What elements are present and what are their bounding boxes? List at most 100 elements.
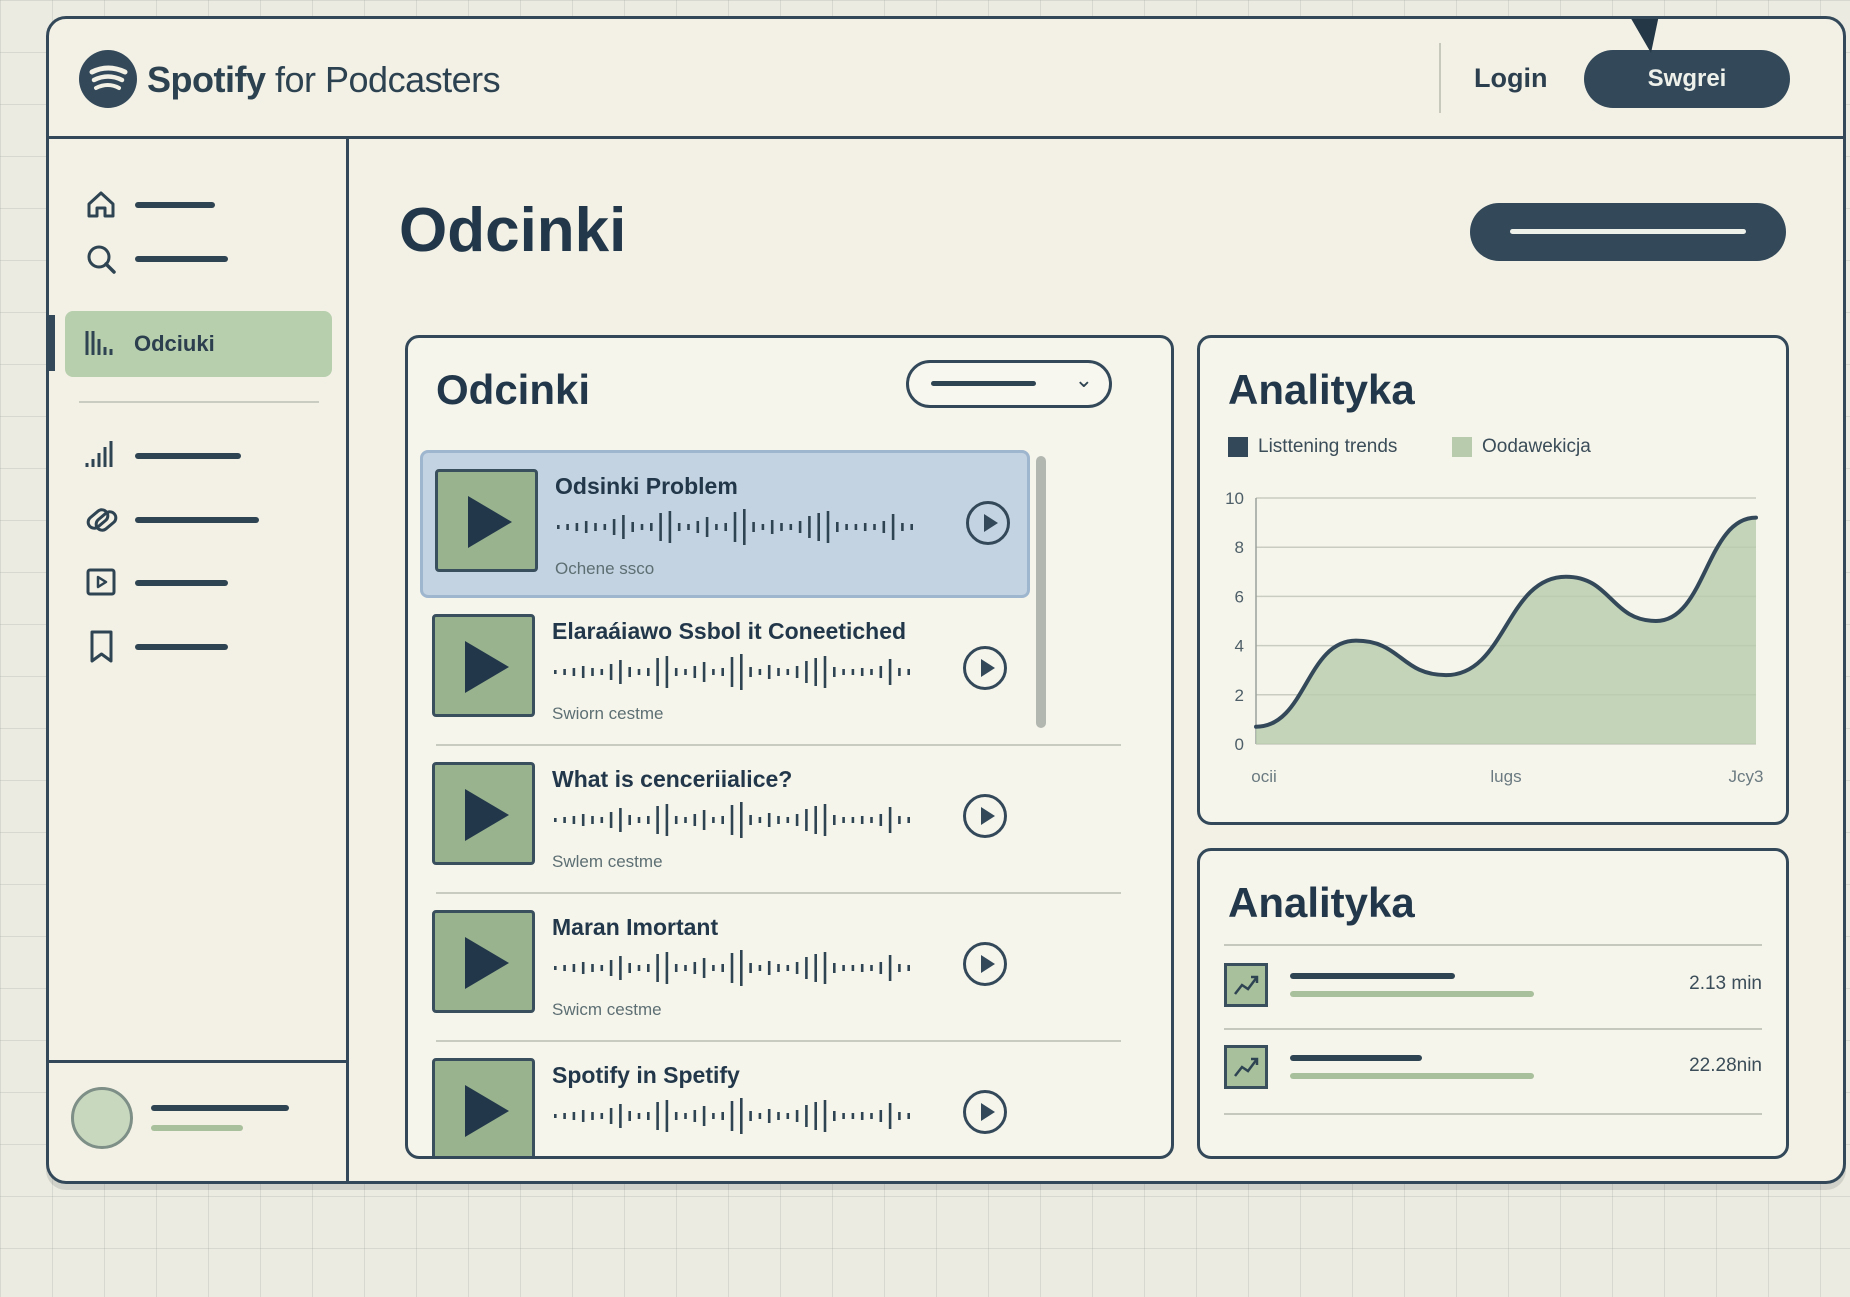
- y-tick-label: 8: [1235, 538, 1244, 557]
- episode-subtitle: Ochene ssco: [555, 559, 655, 578]
- play-circle-icon[interactable]: [966, 501, 1010, 545]
- play-circle-icon[interactable]: [963, 794, 1007, 838]
- sidebar-item-stats-label[interactable]: [135, 453, 241, 459]
- episode-subtitle: Swiorn cestme: [552, 704, 664, 723]
- page-title: Odcinki: [399, 196, 627, 265]
- home-icon[interactable]: [79, 182, 124, 227]
- episode-row[interactable]: What is cenceriialice? Swlem cestme: [420, 746, 1030, 894]
- stat-row[interactable]: 2.13 min: [1224, 949, 1762, 1025]
- login-link[interactable]: Login: [1474, 63, 1547, 94]
- stat-progress-bar: [1290, 1073, 1534, 1079]
- stat-label-placeholder: [1290, 973, 1455, 979]
- episode-play-thumbnail[interactable]: [432, 1058, 535, 1156]
- trend-icon: [1224, 963, 1268, 1007]
- stats-divider: [1224, 1028, 1762, 1030]
- stat-label-placeholder: [1290, 1055, 1422, 1061]
- episode-play-thumbnail[interactable]: [435, 469, 538, 572]
- sidebar-item-search-label[interactable]: [135, 256, 228, 262]
- trend-icon: [1224, 1045, 1268, 1089]
- episode-title[interactable]: Spotify in Spetify: [552, 1062, 740, 1089]
- episodes-icon: [79, 321, 124, 366]
- search-icon[interactable]: [79, 237, 124, 282]
- legend-swatch-2: [1452, 437, 1472, 457]
- play-circle-icon[interactable]: [963, 1090, 1007, 1134]
- select-value-placeholder: [931, 381, 1036, 386]
- waveform: [557, 509, 913, 545]
- legend-swatch-1: [1228, 437, 1248, 457]
- app-window: Spotify for Podcasters Login Swgrei Odci…: [46, 16, 1846, 1184]
- legend-item-1: Listtening trends: [1228, 436, 1397, 458]
- episode-play-thumbnail[interactable]: [432, 910, 535, 1013]
- sidebar-item-episodes-label: Odciuki: [134, 331, 215, 356]
- episodes-panel-title: Odcinki: [436, 366, 591, 413]
- sidebar: Odciuki: [49, 139, 349, 1181]
- stats-divider: [1224, 944, 1762, 946]
- header-action-button[interactable]: [1470, 203, 1786, 261]
- y-tick-label: 6: [1235, 587, 1244, 606]
- stat-value: 2.13 min: [1689, 973, 1762, 994]
- active-indicator: [49, 315, 55, 371]
- video-icon[interactable]: [79, 560, 124, 605]
- y-tick-label: 2: [1235, 686, 1244, 705]
- episode-title[interactable]: Odsinki Problem: [555, 473, 738, 500]
- chevron-down-icon: ⌄: [1074, 367, 1093, 392]
- cursor-pointer-icon: [1629, 19, 1659, 53]
- play-circle-icon[interactable]: [963, 646, 1007, 690]
- top-divider: [1439, 43, 1441, 113]
- y-tick-label: 0: [1235, 735, 1244, 754]
- x-tick-label: lugs: [1490, 767, 1521, 786]
- listening-chart: 0 2 4 6 8 10 ocii lugs Jcy3: [1225, 489, 1764, 786]
- episodes-filter-select[interactable]: ⌄: [906, 360, 1112, 408]
- brand-suffix: for Podcasters: [265, 59, 501, 100]
- episode-row[interactable]: Odsinki Problem Ochene ssco: [420, 450, 1030, 598]
- bookmark-icon[interactable]: [79, 624, 124, 669]
- link-icon[interactable]: [79, 497, 124, 542]
- user-name-placeholder: [151, 1105, 289, 1111]
- x-tick-label: Jcy3: [1729, 767, 1764, 786]
- sidebar-footer: [49, 1060, 346, 1181]
- y-tick-label: 10: [1225, 489, 1244, 508]
- scrollbar[interactable]: [1036, 456, 1046, 728]
- waveform: [554, 950, 910, 986]
- sidebar-item-link-label[interactable]: [135, 517, 259, 523]
- sidebar-divider: [79, 401, 319, 403]
- episode-title[interactable]: What is cenceriialice?: [552, 766, 792, 793]
- brand-title[interactable]: Spotify for Podcasters: [147, 59, 501, 101]
- waveform: [554, 802, 910, 838]
- episode-row[interactable]: Elaraáiawo Ssbol it Coneetiched Swiorn ce…: [420, 598, 1030, 746]
- sidebar-item-home-label[interactable]: [135, 202, 215, 208]
- area-fill: [1256, 517, 1756, 744]
- episode-subtitle: Swicm cestme: [552, 1000, 662, 1019]
- stat-progress-bar: [1290, 991, 1534, 997]
- spotify-logo-icon[interactable]: [79, 50, 137, 108]
- avatar[interactable]: [71, 1087, 133, 1149]
- episode-play-thumbnail[interactable]: [432, 762, 535, 865]
- episode-row[interactable]: Maran Imortant Swicm cestme: [420, 894, 1030, 1042]
- top-bar: Spotify for Podcasters Login Swgrei: [49, 19, 1843, 139]
- stats-bars-icon[interactable]: [79, 433, 124, 478]
- stat-value: 22.28nin: [1689, 1055, 1762, 1076]
- waveform: [554, 1098, 910, 1134]
- episode-play-thumbnail[interactable]: [432, 614, 535, 717]
- episode-title[interactable]: Elaraáiawo Ssbol it Coneetiched: [552, 618, 906, 645]
- waveform: [554, 654, 910, 690]
- y-tick-label: 4: [1235, 637, 1244, 656]
- stats-divider: [1224, 1113, 1762, 1115]
- legend-label-1: Listtening trends: [1258, 436, 1398, 457]
- episode-subtitle: Swlem cestme: [552, 852, 663, 871]
- legend-label-2: Oodawekicja: [1482, 436, 1591, 457]
- episodes-panel: Odcinki ⌄ Odsinki Problem Ochene ssco Elar…: [405, 335, 1174, 1159]
- analytics-stats-title: Analityka: [1228, 879, 1415, 926]
- analytics-chart-panel: Analityka Listtening trends Oodawekicja …: [1197, 335, 1789, 825]
- sidebar-item-video-label[interactable]: [135, 580, 228, 586]
- sidebar-item-bookmark-label[interactable]: [135, 644, 228, 650]
- stat-row[interactable]: 22.28nin: [1224, 1031, 1762, 1107]
- episode-row[interactable]: Spotify in Spetify: [420, 1042, 1030, 1156]
- signup-button[interactable]: Swgrei: [1584, 50, 1790, 108]
- episode-title[interactable]: Maran Imortant: [552, 914, 718, 941]
- legend-item-2: Oodawekicja: [1452, 436, 1591, 458]
- x-tick-label: ocii: [1251, 767, 1277, 786]
- brand-name: Spotify: [147, 59, 266, 100]
- play-circle-icon[interactable]: [963, 942, 1007, 986]
- analytics-stats-panel: Analityka 2.13 min 22.28nin: [1197, 848, 1789, 1159]
